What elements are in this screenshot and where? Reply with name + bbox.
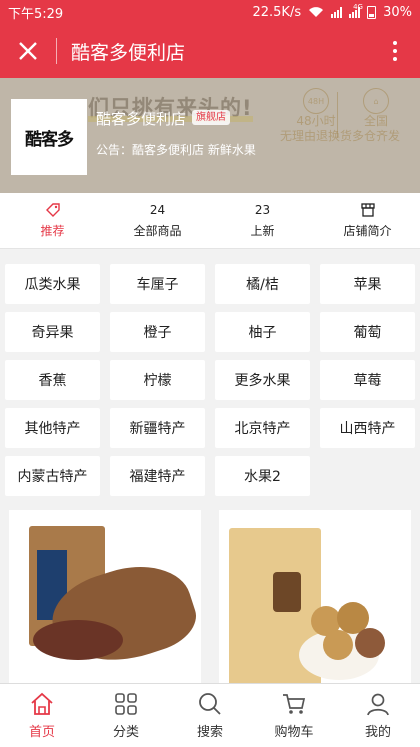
category-item[interactable]: 瓜类水果 [5, 264, 100, 304]
wifi-icon [309, 7, 324, 17]
category-item[interactable]: 水果2 [215, 456, 310, 496]
bottom-nav-search[interactable]: 搜索 [168, 684, 252, 747]
tab-all-products-label: 全部商品 [133, 224, 182, 238]
close-icon [19, 42, 37, 60]
tab-store-intro[interactable]: 店铺简介 [315, 193, 420, 248]
more-dot-icon [393, 41, 397, 45]
category-item[interactable]: 柚子 [215, 312, 310, 352]
category-item[interactable]: 苹果 [320, 264, 415, 304]
search-icon [199, 693, 221, 715]
product-card[interactable] [9, 510, 201, 690]
category-item[interactable]: 北京特产 [215, 408, 310, 448]
category-item[interactable]: 香蕉 [5, 360, 100, 400]
category-item[interactable]: 内蒙古特产 [5, 456, 100, 496]
user-icon [367, 693, 389, 716]
tab-new-arrivals-label: 上新 [250, 224, 275, 238]
category-item[interactable]: 更多水果 [215, 360, 310, 400]
category-item[interactable]: 葡萄 [320, 312, 415, 352]
category-item[interactable]: 奇异果 [5, 312, 100, 352]
signal-icon [331, 6, 343, 18]
store-notice: 公告：酷客多便利店 新鲜水果 [96, 143, 256, 157]
tab-all-products[interactable]: 24 全部商品 [105, 193, 210, 248]
bottom-nav-home[interactable]: 首页 [0, 684, 84, 747]
page-title: 酷客多便利店 [71, 41, 186, 64]
bottom-nav-cart-label: 购物车 [274, 725, 314, 740]
category-item[interactable]: 柠檬 [110, 360, 205, 400]
category-item[interactable]: 橙子 [110, 312, 205, 352]
category-item[interactable]: 福建特产 [110, 456, 205, 496]
tab-recommend[interactable]: 推荐 [0, 193, 105, 248]
store-icon [360, 203, 375, 217]
bottom-nav-category[interactable]: 分类 [84, 684, 168, 747]
signal-4g-icon: 4G [349, 3, 363, 18]
bottom-nav-mine[interactable]: 我的 [336, 684, 420, 747]
category-item[interactable]: 橘/桔 [215, 264, 310, 304]
store-logo: 酷客多 [11, 99, 87, 175]
tab-store-intro-label: 店铺简介 [343, 224, 392, 238]
status-icons: 22.5K/s 4G 30% [252, 3, 412, 20]
bottom-nav-home-label: 首页 [28, 725, 55, 740]
status-time: 下午5:29 [8, 6, 64, 22]
category-item[interactable]: 车厘子 [110, 264, 205, 304]
category-item[interactable]: 草莓 [320, 360, 415, 400]
store-logo-text: 酷客多 [25, 129, 74, 150]
tab-new-arrivals[interactable]: 23 上新 [210, 193, 315, 248]
battery-icon [367, 5, 377, 19]
category-item[interactable]: 其他特产 [5, 408, 100, 448]
store-tabs: 推荐 24 全部商品 23 上新 店铺简介 [0, 193, 420, 249]
cart-icon [283, 694, 306, 714]
more-menu-button[interactable] [370, 24, 420, 78]
net-speed: 22.5K/s [252, 4, 302, 20]
bottom-nav-search-label: 搜索 [196, 725, 223, 740]
category-item[interactable]: 新疆特产 [110, 408, 205, 448]
bottom-nav-cart[interactable]: 购物车 [252, 684, 336, 747]
bottom-nav: 首页 分类 搜索 购物车 我的 [0, 683, 420, 747]
grid-icon [115, 693, 137, 715]
nav-bar: 酷客多便利店 [0, 24, 420, 78]
tab-recommend-label: 推荐 [40, 224, 65, 238]
new-arrivals-count: 23 [254, 203, 271, 217]
store-name: 酷客多便利店 [96, 110, 187, 128]
bottom-nav-category-label: 分类 [112, 725, 139, 740]
product-card[interactable] [219, 510, 411, 690]
category-item[interactable]: 山西特产 [320, 408, 415, 448]
home-icon [31, 692, 53, 715]
store-badge: 旗舰店 [192, 110, 230, 125]
all-products-count: 24 [149, 203, 166, 217]
battery-level: 30% [383, 4, 412, 20]
close-button[interactable] [0, 24, 56, 78]
bottom-nav-mine-label: 我的 [364, 725, 391, 740]
tag-icon [45, 203, 60, 217]
status-bar: 下午5:29 22.5K/s 4G 30% [0, 0, 420, 24]
